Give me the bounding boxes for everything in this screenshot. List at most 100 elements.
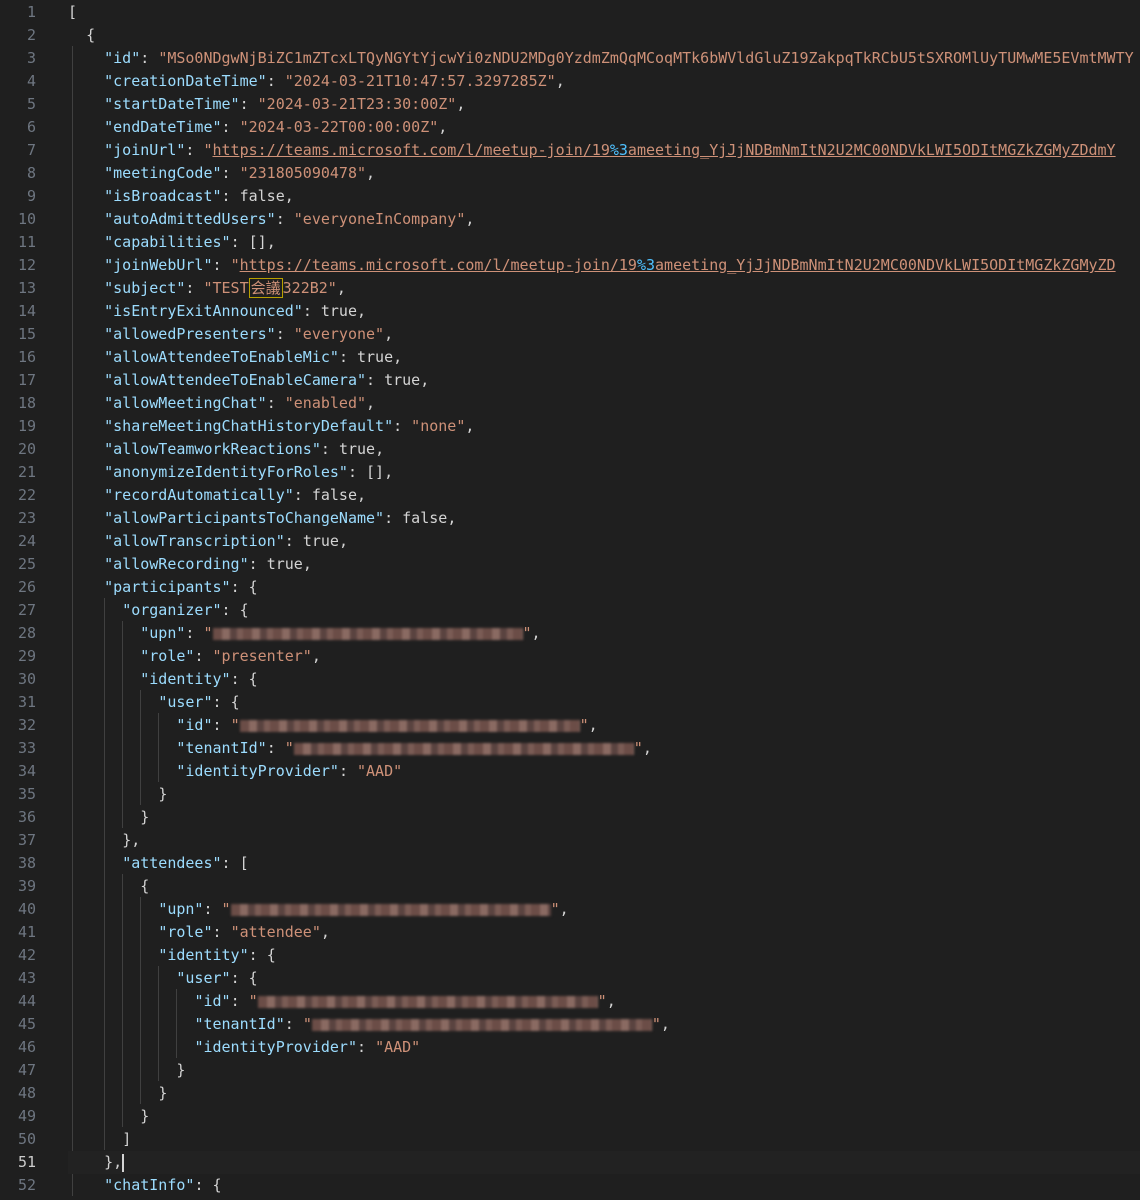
token: , <box>336 279 346 297</box>
code-line[interactable]: "startDateTime": "2024-03-21T23:30:00Z", <box>68 93 1140 116</box>
line-number: 46 <box>17 1038 36 1056</box>
json-key: "isBroadcast" <box>104 187 222 205</box>
code-line[interactable]: "allowRecording": true, <box>68 553 1140 576</box>
code-line[interactable]: } <box>68 806 1140 829</box>
code-line[interactable]: "isEntryExitAnnounced": true, <box>68 300 1140 323</box>
code-line[interactable]: "upn": " ", <box>68 622 1140 645</box>
token: , <box>266 233 276 251</box>
code-line[interactable]: "identityProvider": "AAD" <box>68 760 1140 783</box>
code-line[interactable]: "id": "MSo0NDgwNjBiZC1mZTcxLTQyNGYtYjcwY… <box>68 47 1140 70</box>
code-line[interactable]: { <box>68 875 1140 898</box>
token: , <box>384 463 394 481</box>
code-line[interactable]: { <box>68 24 1140 47</box>
token: : <box>230 578 249 596</box>
code-line[interactable]: ] <box>68 1128 1140 1151</box>
code-line[interactable]: "meetingCode": "231805090478", <box>68 162 1140 185</box>
code-line[interactable]: "joinWebUrl": "https://teams.microsoft.c… <box>68 254 1140 277</box>
line-number: 13 <box>17 279 36 297</box>
code-line[interactable]: "chatInfo": { <box>68 1174 1140 1197</box>
code-line[interactable]: "capabilities": [], <box>68 231 1140 254</box>
code-line[interactable]: "organizer": { <box>68 599 1140 622</box>
token: , <box>660 1015 670 1033</box>
line-number: 22 <box>17 486 36 504</box>
json-value: [] <box>366 463 385 481</box>
code-line[interactable]: "allowedPresenters": "everyone", <box>68 323 1140 346</box>
code-line[interactable]: "participants": { <box>68 576 1140 599</box>
token: " <box>550 900 560 918</box>
code-line[interactable]: "allowTeamworkReactions": true, <box>68 438 1140 461</box>
token: : <box>185 624 204 642</box>
json-key: "participants" <box>104 578 231 596</box>
code-line[interactable]: } <box>68 783 1140 806</box>
token: }, <box>104 1153 123 1171</box>
code-line[interactable]: "role": "presenter", <box>68 645 1140 668</box>
code-line[interactable]: "identity": { <box>68 944 1140 967</box>
join-url-link-escape[interactable]: %3 <box>610 141 628 159</box>
join-web-url-link[interactable]: https://teams.microsoft.com/l/meetup-joi… <box>240 256 637 274</box>
code-editor[interactable]: 1 2 3 4 5 6 7 8 9 10 11 12 13 14 15 16 17 18 19 20 21 22 23 24 2… <box>0 0 1140 1200</box>
join-web-url-link[interactable]: ameeting_YjJjNDBmNmItN2U2MC00NDVkLWI5ODI… <box>655 256 1116 274</box>
code-line[interactable]: "shareMeetingChatHistoryDefault": "none"… <box>68 415 1140 438</box>
code-line[interactable]: "user": { <box>68 967 1140 990</box>
json-key: "user" <box>176 969 231 987</box>
line-number: 1 <box>26 3 36 21</box>
code-line[interactable]: "autoAdmittedUsers": "everyoneInCompany"… <box>68 208 1140 231</box>
token: : <box>212 256 231 274</box>
json-value: false <box>402 509 448 527</box>
code-line[interactable]: }, <box>68 829 1140 852</box>
json-value: "AAD" <box>375 1038 421 1056</box>
code-line[interactable]: "allowParticipantsToChangeName": false, <box>68 507 1140 530</box>
code-line[interactable]: "allowMeetingChat": "enabled", <box>68 392 1140 415</box>
json-value: true <box>338 440 376 458</box>
join-url-link[interactable]: ameeting_YjJjNDBmNmItN2U2MC00NDVkLWI5ODI… <box>628 141 1116 159</box>
token: : <box>347 463 367 481</box>
code-line[interactable]: } <box>68 1059 1140 1082</box>
code-line[interactable]: "identityProvider": "AAD" <box>68 1036 1140 1059</box>
token: " <box>597 992 607 1010</box>
code-line[interactable]: } <box>68 1082 1140 1105</box>
json-key: "identityProvider" <box>194 1038 357 1056</box>
code-line[interactable]: "attendees": [ <box>68 852 1140 875</box>
text-cursor <box>122 1153 125 1172</box>
code-area[interactable]: [ { "id": "MSo0NDgwNjBiZC1mZTcxLTQyNGYtY… <box>68 0 1140 1200</box>
code-line[interactable]: "recordAutomatically": false, <box>68 484 1140 507</box>
code-line[interactable]: "endDateTime": "2024-03-22T00:00:00Z", <box>68 116 1140 139</box>
line-number-gutter: 1 2 3 4 5 6 7 8 9 10 11 12 13 14 15 16 17 18 19 20 21 22 23 24 2… <box>0 0 44 1200</box>
line-number: 17 <box>17 371 36 389</box>
code-line[interactable]: "id": " ", <box>68 714 1140 737</box>
token: : <box>194 1176 213 1194</box>
code-line[interactable]: "tenantId": " ", <box>68 737 1140 760</box>
active-code-line[interactable]: }, <box>68 1151 1140 1174</box>
token: , <box>420 371 430 389</box>
code-line[interactable]: "allowAttendeeToEnableMic": true, <box>68 346 1140 369</box>
code-line[interactable]: } <box>68 1105 1140 1128</box>
code-line[interactable]: "identity": { <box>68 668 1140 691</box>
code-line[interactable]: "upn": " ", <box>68 898 1140 921</box>
redacted-value <box>257 995 598 1008</box>
code-line[interactable]: "allowAttendeeToEnableCamera": true, <box>68 369 1140 392</box>
code-line[interactable]: "allowTranscription": true, <box>68 530 1140 553</box>
code-line[interactable]: "joinUrl": "https://teams.microsoft.com/… <box>68 139 1140 162</box>
json-value: 322B2" <box>282 279 337 297</box>
json-key: "tenantId" <box>176 739 267 757</box>
code-line[interactable]: [ <box>68 1 1140 24</box>
token: " <box>302 1015 312 1033</box>
code-line[interactable]: "creationDateTime": "2024-03-21T10:47:57… <box>68 70 1140 93</box>
json-value: "231805090478" <box>239 164 367 182</box>
code-line[interactable]: "id": " ", <box>68 990 1140 1013</box>
join-url-link[interactable]: https://teams.microsoft.com/l/meetup-joi… <box>213 141 610 159</box>
token: : <box>393 417 412 435</box>
token: : <box>221 187 240 205</box>
code-line[interactable]: "tenantId": " ", <box>68 1013 1140 1036</box>
code-line[interactable]: "anonymizeIdentityForRoles": [], <box>68 461 1140 484</box>
code-line[interactable]: "isBroadcast": false, <box>68 185 1140 208</box>
token: , <box>320 923 330 941</box>
code-line[interactable]: "role": "attendee", <box>68 921 1140 944</box>
join-web-url-link-escape[interactable]: %3 <box>637 256 655 274</box>
token: , <box>555 72 565 90</box>
line-number: 43 <box>17 969 36 987</box>
code-line[interactable]: "user": { <box>68 691 1140 714</box>
line-number: 8 <box>26 164 36 182</box>
json-key: "isEntryExitAnnounced" <box>104 302 303 320</box>
code-line[interactable]: "subject": "TEST 会議 322B2", <box>68 277 1140 300</box>
